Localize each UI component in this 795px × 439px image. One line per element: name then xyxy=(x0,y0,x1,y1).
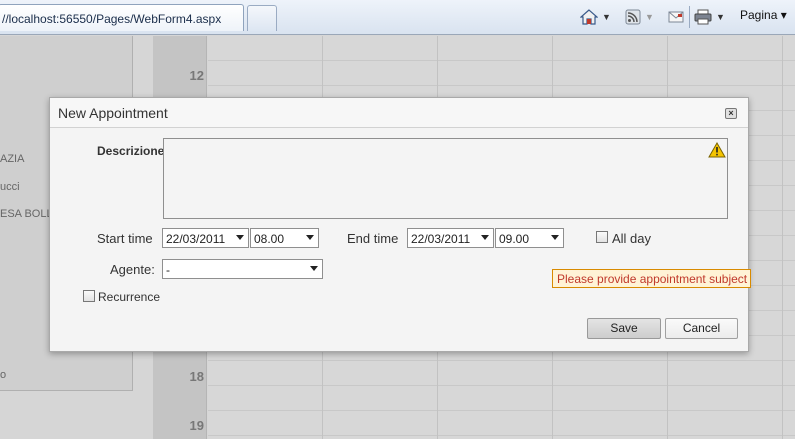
recurrence-label: Recurrence xyxy=(98,290,161,304)
start-time-label: Start time xyxy=(97,231,153,246)
agente-label: Agente: xyxy=(110,262,155,277)
home-icon xyxy=(580,9,598,25)
chevron-down-icon[interactable] xyxy=(236,235,244,240)
all-day-checkbox[interactable] xyxy=(596,231,608,243)
chevron-down-icon[interactable] xyxy=(306,235,314,240)
chevron-down-icon[interactable]: ▼ xyxy=(716,12,725,22)
feeds-button[interactable]: ▼ xyxy=(625,6,654,28)
close-icon[interactable]: × xyxy=(725,108,737,119)
end-date-value: 22/03/2011 xyxy=(411,232,471,246)
browser-toolbar: //localhost:56550/Pages/WebForm4.aspx ▼ … xyxy=(0,0,795,35)
start-time-value: 08.00 xyxy=(254,232,285,246)
chevron-down-icon[interactable] xyxy=(481,235,489,240)
rss-icon xyxy=(625,9,641,25)
description-label: Descrizione xyxy=(97,144,165,158)
end-time-picker[interactable]: 09.00 xyxy=(495,228,564,248)
end-time-value: 09.00 xyxy=(499,232,530,246)
chevron-down-icon[interactable] xyxy=(551,235,559,240)
chevron-down-icon[interactable]: ▼ xyxy=(602,12,611,22)
resource-item: o xyxy=(0,369,7,381)
hour-label: 18 xyxy=(189,369,204,384)
recurrence-checkbox[interactable] xyxy=(83,290,95,302)
start-date-picker[interactable]: 22/03/2011 xyxy=(162,228,249,248)
chevron-down-icon[interactable] xyxy=(310,266,318,271)
browser-tab-active[interactable]: //localhost:56550/Pages/WebForm4.aspx xyxy=(0,4,244,31)
start-time-picker[interactable]: 08.00 xyxy=(250,228,319,248)
cancel-button[interactable]: Cancel xyxy=(665,318,738,339)
resource-item: ESA BOLL xyxy=(0,208,53,220)
warning-icon xyxy=(708,142,726,158)
mail-icon xyxy=(668,11,684,23)
end-date-picker[interactable]: 22/03/2011 xyxy=(407,228,494,248)
new-tab-button[interactable] xyxy=(247,5,277,31)
page-menu[interactable]: Pagina ▾ xyxy=(740,8,787,22)
home-button[interactable]: ▼ xyxy=(580,6,611,28)
mail-button[interactable] xyxy=(668,6,684,28)
save-button[interactable]: Save xyxy=(587,318,661,339)
resource-item: AZIA xyxy=(0,153,25,165)
toolbar-separator xyxy=(689,6,690,28)
resource-item: ucci xyxy=(0,181,20,193)
validation-tooltip: Please provide appointment subject xyxy=(552,269,751,288)
dialog-header: New Appointment × xyxy=(50,98,748,128)
agente-value: - xyxy=(166,263,170,277)
dialog-title: New Appointment xyxy=(58,105,168,121)
start-date-value: 22/03/2011 xyxy=(166,232,226,246)
chevron-down-icon[interactable]: ▼ xyxy=(645,12,654,22)
new-appointment-dialog: New Appointment × Descrizione Start time… xyxy=(49,97,749,352)
agente-select[interactable]: - xyxy=(162,259,323,279)
printer-icon xyxy=(694,9,712,25)
hour-label: 19 xyxy=(189,418,204,433)
hour-label: 12 xyxy=(189,68,204,83)
print-button[interactable]: ▼ xyxy=(694,6,725,28)
all-day-label: All day xyxy=(612,231,652,246)
description-textarea[interactable] xyxy=(163,138,728,219)
end-time-label: End time xyxy=(347,231,399,246)
